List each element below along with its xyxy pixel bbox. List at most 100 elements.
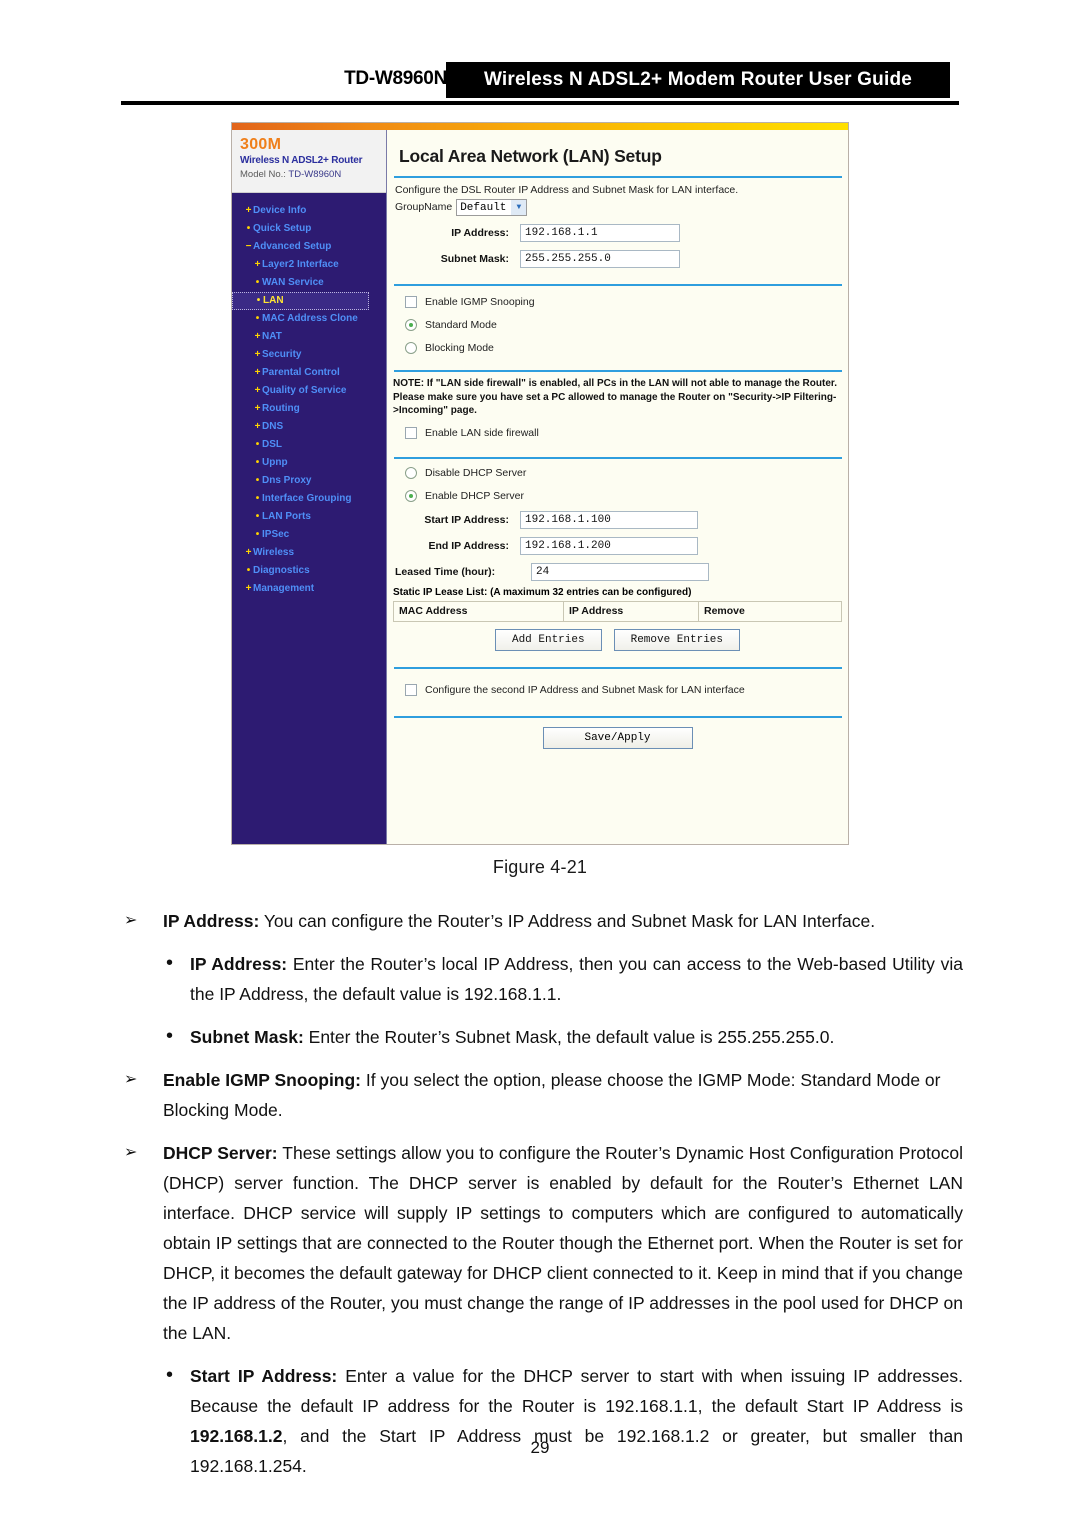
group-name-select[interactable]: Default ▼ (456, 199, 528, 216)
lan-firewall-label: Enable LAN side firewall (425, 427, 539, 439)
bullet-subnet-mask-text: Enter the Router’s Subnet Mask, the defa… (303, 1027, 835, 1047)
start-ip-input[interactable]: 192.168.1.100 (520, 510, 698, 529)
enable-dhcp-radio[interactable] (405, 490, 417, 502)
sidebar-item-device-info[interactable]: + Device Info (232, 202, 386, 220)
enable-dhcp-row[interactable]: Enable DHCP Server (395, 485, 840, 508)
disable-dhcp-radio[interactable] (405, 467, 417, 479)
table-header-ip: IP Address (564, 601, 699, 621)
header-title-banner: Wireless N ADSL2+ Modem Router User Guid… (446, 62, 950, 98)
sidebar-item-wan-service[interactable]: • WAN Service (232, 274, 386, 292)
bullet-ip-address-detail-text: Enter the Router’s local IP Address, the… (190, 954, 963, 1004)
subnet-mask-label: Subnet Mask: (440, 253, 509, 265)
start-ip-row: Start IP Address: 192.168.1.100 (395, 510, 840, 529)
bullet-igmp-snooping: ➢ Enable IGMP Snooping: If you select th… (118, 1065, 963, 1125)
lease-buttons: Add Entries Remove Entries (387, 628, 848, 651)
igmp-snooping-checkbox[interactable] (405, 295, 417, 308)
sidebar-item-upnp[interactable]: • Upnp (232, 454, 386, 472)
sidebar-item-label: NAT (262, 331, 282, 342)
menu-marker-icon: + (254, 385, 261, 396)
sidebar-item-diagnostics[interactable]: • Diagnostics (232, 562, 386, 580)
sidebar-item-dns-proxy[interactable]: • Dns Proxy (232, 472, 386, 490)
menu-marker-icon: • (255, 475, 260, 486)
bullet-dhcp-server-title: DHCP Server: (163, 1143, 278, 1163)
leased-time-input[interactable]: 24 (531, 562, 709, 581)
arrow-bullet-icon: ➢ (124, 1071, 138, 1088)
sidebar-item-quick-setup[interactable]: • Quick Setup (232, 220, 386, 238)
sidebar-item-label: Layer2 Interface (262, 259, 339, 270)
igmp-snooping-row[interactable]: Enable IGMP Snooping (395, 290, 840, 313)
menu-marker-icon: − (245, 241, 252, 252)
sidebar-item-routing[interactable]: + Routing (232, 400, 386, 418)
sidebar-item-label: DNS (262, 421, 284, 432)
sidebar-item-label: Parental Control (262, 367, 340, 378)
menu-marker-icon: + (254, 259, 261, 270)
sidebar-item-label: IPSec (262, 529, 290, 540)
sidebar-item-nat[interactable]: + NAT (232, 328, 386, 346)
second-ip-row[interactable]: Configure the second IP Address and Subn… (395, 679, 840, 702)
sidebar-item-label: Routing (262, 403, 300, 414)
arrow-bullet-icon: ➢ (124, 1144, 138, 1161)
sidebar-item-dsl[interactable]: • DSL (232, 436, 386, 454)
end-ip-label: End IP Address: (428, 539, 509, 552)
sidebar-item-management[interactable]: + Management (232, 580, 386, 598)
lan-firewall-note: NOTE: If "LAN side firewall" is enabled,… (393, 378, 837, 416)
sidebar-item-ipsec[interactable]: • IPSec (232, 526, 386, 544)
arrow-bullet-icon: ➢ (124, 912, 138, 929)
subnet-mask-input[interactable]: 255.255.255.0 (520, 250, 680, 268)
menu-marker-icon: + (245, 205, 252, 216)
sidebar-item-mac-address-clone[interactable]: • MAC Address Clone (232, 310, 386, 328)
sidebar-item-dns[interactable]: + DNS (232, 418, 386, 436)
end-ip-row: End IP Address: 192.168.1.200 (395, 536, 840, 555)
sidebar-item-label: LAN Ports (262, 511, 311, 522)
brand-model-value: TD-W8960N (288, 169, 342, 180)
save-apply-row: Save/Apply (387, 726, 848, 749)
standard-mode-radio[interactable] (405, 318, 417, 331)
lan-firewall-checkbox[interactable] (405, 427, 417, 439)
blocking-mode-radio[interactable] (405, 341, 417, 354)
sidebar-brand: 300M Wireless N ADSL2+ Router Model No.:… (232, 130, 386, 193)
figure-caption: Figure 4-21 (492, 857, 588, 877)
second-ip-checkbox[interactable] (405, 684, 417, 696)
ip-address-input[interactable]: 192.168.1.1 (520, 224, 680, 242)
sidebar-item-parental-control[interactable]: + Parental Control (232, 364, 386, 382)
sidebar-item-security[interactable]: + Security (232, 346, 386, 364)
sidebar-item-lan-ports[interactable]: • LAN Ports (232, 508, 386, 526)
sidebar-item-lan[interactable]: • LAN (232, 292, 369, 310)
lan-firewall-row[interactable]: Enable LAN side firewall (395, 422, 840, 445)
igmp-snooping-label: Enable IGMP Snooping (425, 295, 535, 308)
page-header: TD-W8960N Wireless N ADSL2+ Modem Router… (0, 0, 1080, 108)
sidebar-item-label: Quality of Service (262, 385, 347, 396)
end-ip-input[interactable]: 192.168.1.200 (520, 536, 698, 555)
router-ui-screenshot: 300M Wireless N ADSL2+ Router Model No.:… (231, 122, 849, 845)
standard-mode-row[interactable]: Standard Mode (395, 313, 840, 336)
static-lease-table: MAC Address IP Address Remove (393, 600, 842, 622)
menu-marker-icon: + (254, 403, 261, 414)
menu-marker-icon: + (245, 547, 252, 558)
menu-marker-icon: • (255, 439, 260, 450)
leased-time-label: Leased Time (hour): (395, 565, 496, 578)
divider-save (394, 715, 842, 718)
start-ip-label: Start IP Address: (424, 513, 509, 526)
sidebar-item-interface-grouping[interactable]: • Interface Grouping (232, 490, 386, 508)
sidebar-item-quality-of-service[interactable]: + Quality of Service (232, 382, 386, 400)
sidebar-item-label: Quick Setup (253, 223, 312, 234)
menu-marker-icon: • (255, 277, 260, 288)
sidebar-item-advanced-setup[interactable]: − Advanced Setup (232, 238, 386, 256)
sidebar-item-label: Device Info (253, 205, 307, 216)
sidebar-item-wireless[interactable]: + Wireless (232, 544, 386, 562)
menu-marker-icon: + (254, 421, 261, 432)
sidebar-item-layer2-interface[interactable]: + Layer2 Interface (232, 256, 386, 274)
save-apply-button[interactable]: Save/Apply (542, 726, 693, 749)
sidebar-item-label: LAN (263, 295, 284, 306)
ip-address-label: IP Address: (451, 227, 509, 239)
sidebar-item-label: Diagnostics (253, 565, 310, 576)
bullet-subnet-mask: • Subnet Mask: Enter the Router’s Subnet… (118, 1022, 963, 1052)
disable-dhcp-row[interactable]: Disable DHCP Server (395, 462, 840, 485)
sidebar-item-label: Wireless (253, 547, 295, 558)
table-header-mac: MAC Address (394, 601, 564, 621)
add-entries-button[interactable]: Add Entries (494, 628, 602, 651)
bullet-ip-address-text: You can configure the Router’s IP Addres… (259, 911, 876, 931)
bullet-ip-address-title: IP Address: (163, 911, 260, 931)
remove-entries-button[interactable]: Remove Entries (613, 628, 741, 651)
blocking-mode-row[interactable]: Blocking Mode (395, 336, 840, 359)
